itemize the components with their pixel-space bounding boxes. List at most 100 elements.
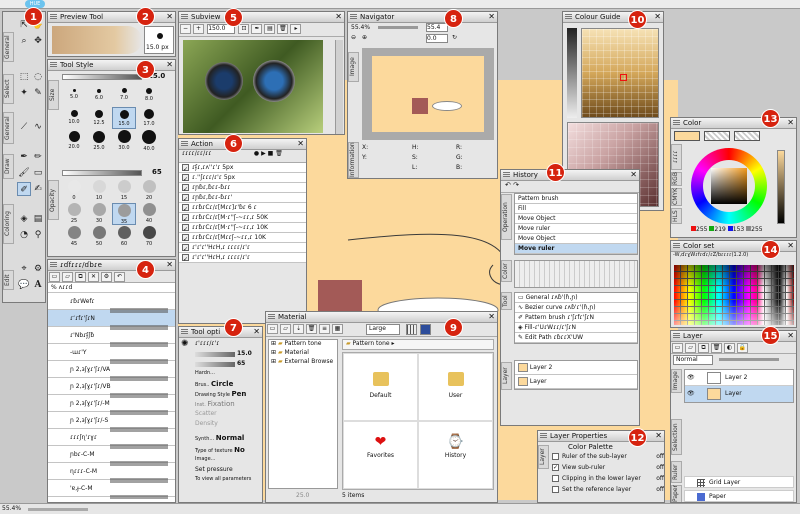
tool-list-item[interactable]: ✎ Edit Path ɾɓɾɾX'UW — [515, 333, 637, 343]
tool-option-row[interactable]: Drawing Style Pen — [179, 390, 262, 400]
hue-strip[interactable] — [567, 28, 577, 118]
mask-icon[interactable]: ◐ — [724, 343, 735, 353]
blend-tool-icon[interactable]: ◔ — [17, 228, 31, 242]
zoom-out-icon[interactable]: ⊖ — [351, 34, 356, 41]
lasso-select-icon[interactable]: ◌ — [31, 70, 45, 84]
tool-list-item[interactable]: ∿ Bezier curve ɾʌɓ'ɾ'(ɦ,ɲ) — [515, 303, 637, 313]
layer-tab-image[interactable]: Image — [671, 369, 682, 393]
opacity-cell[interactable]: 20 — [137, 180, 161, 202]
action-check[interactable]: ✓ — [182, 244, 189, 252]
brush-panel-title-bar[interactable]: ɾɗfɾɾɾ/ɗbɾe ✕ — [48, 260, 175, 271]
close-icon[interactable]: ✕ — [655, 431, 662, 441]
eyedropper-tool-icon[interactable]: ⚲ — [31, 228, 45, 242]
delete-icon[interactable]: 🗑 — [275, 150, 283, 157]
ruler-tool-icon[interactable]: ⟋ — [17, 120, 31, 134]
navigator-info-tab[interactable]: Information — [348, 142, 359, 178]
close-icon[interactable]: ✕ — [654, 12, 661, 22]
color-tab-0[interactable]: ɾɾɾɾ — [671, 144, 682, 170]
history-item-selected[interactable]: Move ruler — [515, 244, 637, 254]
brush-tool-icon[interactable]: 🖌 — [17, 166, 31, 180]
toolbox-tab-edit[interactable]: Edit — [3, 270, 14, 290]
gradient-tool-icon[interactable]: ▤ — [31, 212, 45, 226]
opacity-cell[interactable]: 60 — [112, 226, 136, 248]
material-item-history[interactable]: ⌚ History — [418, 421, 493, 489]
size-cell[interactable]: 20.0 — [62, 130, 86, 152]
play-icon[interactable]: ▶ — [261, 150, 266, 157]
record-icon[interactable]: ● — [254, 150, 259, 157]
opacity-value[interactable]: 65 — [152, 168, 162, 176]
action-check[interactable]: ✓ — [182, 224, 189, 232]
layer-row[interactable]: 👁 Layer 2 — [685, 370, 793, 386]
tool-option-row[interactable]: Hardn... — [179, 370, 262, 380]
paper-row[interactable]: Paper — [684, 490, 794, 502]
close-icon[interactable]: ✕ — [166, 12, 173, 22]
eraser-tool-icon[interactable]: ▭ — [31, 166, 45, 180]
status-slider[interactable] — [28, 508, 88, 511]
copy-icon[interactable]: ⧉ — [75, 272, 86, 282]
action-item[interactable]: ✓ ɾɾɓɾCɾ/ɾ[Mɾɾ]ɾ'ɓɾ 6 ɾ — [179, 203, 306, 213]
saturation-square[interactable] — [711, 168, 747, 204]
tool-option-row[interactable]: To view all parameters — [179, 476, 262, 486]
opacity-cell[interactable]: 50 — [87, 226, 111, 248]
color-tab-cmyk[interactable]: CMYK — [671, 188, 682, 206]
history-tab-operation[interactable]: Operation — [501, 194, 512, 240]
history-tab-color[interactable]: Color — [501, 260, 512, 282]
navigator-preview[interactable] — [362, 48, 494, 140]
eyedropper-icon[interactable]: ✒ — [251, 24, 263, 34]
delete-icon[interactable]: 🗑 — [306, 324, 317, 334]
tool-option-row[interactable]: Set pressure — [179, 466, 262, 476]
tool-option-row[interactable]: Image... — [179, 456, 262, 466]
zoom-tool-icon[interactable]: ⌕ — [17, 34, 31, 48]
action-set-name[interactable]: ɾɾɾɾ/ɾɾ/ɾɾ — [182, 150, 252, 157]
foreground-swatch[interactable] — [674, 131, 700, 141]
toolbox-tab-general-2[interactable]: General — [3, 112, 14, 144]
object-tool-icon[interactable]: ⌖ — [17, 262, 31, 276]
material-settings-icon[interactable] — [420, 324, 431, 335]
layer-option-row[interactable]: Ruler of the sub-layer off — [552, 453, 664, 464]
tool-list-item[interactable]: ◈ Fill-ɾ'UɾWɾɾ/ɾ'ʃɾN — [515, 323, 637, 333]
opacity-option-value[interactable]: 65 — [237, 360, 245, 367]
size-cell[interactable]: 25.0 — [87, 130, 111, 152]
opacity-cell-selected[interactable]: 35 — [112, 203, 136, 225]
navigator-zoom-field[interactable]: 55.4 — [426, 23, 448, 32]
action-item[interactable]: ✓ ɾɾɓɾCɾ/ɾ[M·ɾ''ʃ-~ɾɾ,ɾ 50K — [179, 213, 306, 223]
opacity-bar[interactable] — [195, 362, 235, 367]
layer-row-selected[interactable]: 👁 Layer — [685, 386, 793, 402]
tree-item-external-browse[interactable]: ⊞ ▰ External Browse — [269, 358, 337, 367]
grid-view-icon[interactable]: ▦ — [332, 324, 343, 334]
brush-top-item[interactable]: % ʌɾɾd — [48, 283, 175, 293]
navigator-image-tab[interactable]: Image — [348, 52, 359, 82]
close-icon[interactable]: ✕ — [488, 312, 495, 322]
size-cell[interactable]: 30.0 — [112, 130, 136, 152]
redo-icon[interactable]: ↷ — [513, 181, 519, 189]
navigator-angle-field[interactable]: 0.0 — [426, 34, 448, 43]
size-cell[interactable]: 17.0 — [137, 107, 161, 129]
layer-option-checkbox[interactable] — [552, 453, 559, 460]
opacity-slider[interactable] — [62, 170, 142, 176]
subview-title-bar[interactable]: Subview ✕ — [179, 12, 344, 23]
background-swatch[interactable] — [704, 131, 730, 141]
new-layer-icon[interactable]: ▭ — [672, 343, 683, 353]
opacity-cell[interactable]: 0 — [62, 180, 86, 202]
blend-mode-select[interactable]: Normal — [673, 355, 713, 365]
action-check[interactable]: ✓ — [182, 174, 189, 182]
zoom-in-icon[interactable]: + — [193, 24, 204, 34]
delete-icon[interactable]: ✕ — [88, 272, 99, 282]
text-tool-icon[interactable]: A — [31, 278, 45, 292]
opacity-cell[interactable]: 30 — [87, 203, 111, 225]
material-path-label[interactable]: Pattern tone — [353, 340, 390, 347]
navigator-zoom-slider[interactable] — [378, 26, 418, 29]
action-check[interactable]: ✓ — [182, 254, 189, 262]
material-item-user[interactable]: User — [418, 353, 493, 421]
layer-tab-ruler[interactable]: Ruler — [671, 461, 682, 483]
size-option-value[interactable]: 15.0 — [237, 350, 252, 357]
material-title-bar[interactable]: Material ✕ — [266, 312, 497, 323]
tool-option-row[interactable]: Inst. Fixation — [179, 400, 262, 410]
size-cell[interactable]: 8.0 — [137, 84, 161, 106]
new-folder-icon[interactable]: ▭ — [49, 272, 60, 282]
close-icon[interactable]: ✕ — [166, 260, 173, 270]
layer-properties-tab[interactable]: Layer — [538, 445, 549, 469]
toolbox-tab-select[interactable]: Select — [3, 74, 14, 104]
hue-wheel[interactable] — [691, 148, 767, 224]
copy-layer-icon[interactable]: ⧉ — [698, 343, 709, 353]
